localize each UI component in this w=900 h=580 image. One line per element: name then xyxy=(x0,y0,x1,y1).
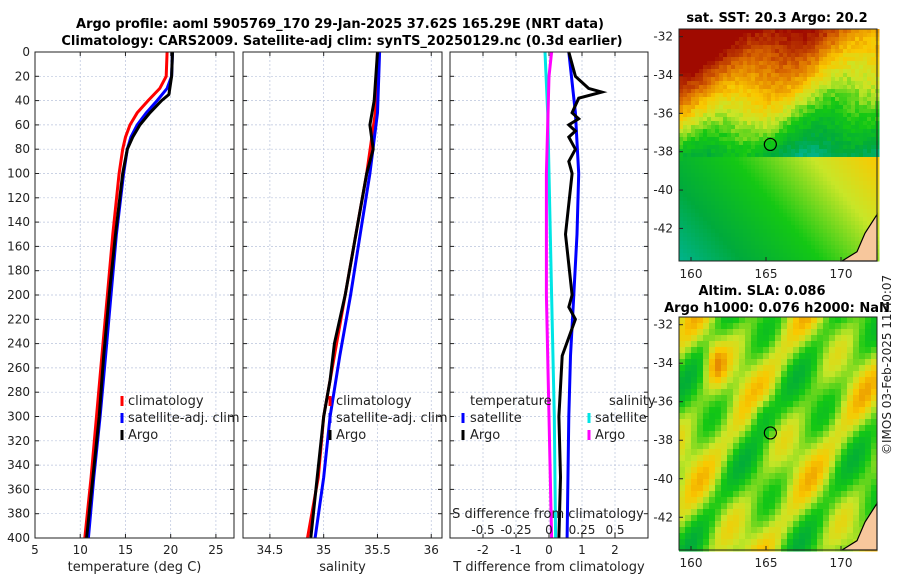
x-tick-label: 5 xyxy=(31,543,39,557)
legend-label: Argo xyxy=(128,428,158,443)
map-subtitle: Argo h1000: 0.076 h2000: NaN xyxy=(664,301,890,316)
map-title: sat. SST: 20.3 Argo: 20.2 xyxy=(686,11,867,26)
lat-tick-label: -36 xyxy=(653,106,673,120)
y-tick-label: 80 xyxy=(15,142,30,156)
x-tick-label: 1 xyxy=(578,543,586,557)
x2-axis-label: S difference from climatology xyxy=(452,507,644,522)
y-tick-label: 280 xyxy=(7,385,30,399)
lon-tick-label: 160 xyxy=(680,556,703,570)
legend-label-s: Argo xyxy=(595,428,625,443)
y-tick-label: 360 xyxy=(7,482,30,496)
x-tick-label: 15 xyxy=(118,543,133,557)
lat-tick-label: -42 xyxy=(653,221,673,235)
figure-title-line1: Argo profile: aoml 5905769_170 29-Jan-20… xyxy=(76,17,604,32)
x-tick-label: 35 xyxy=(316,543,331,557)
x-axis-label: salinity xyxy=(319,560,366,575)
lat-tick-label: -38 xyxy=(653,433,673,447)
map-title: Altim. SLA: 0.086 xyxy=(699,284,826,299)
x-tick-label: 20 xyxy=(163,543,178,557)
x-tick-label: 25 xyxy=(208,543,223,557)
x-tick-label: 0 xyxy=(545,543,553,557)
y-tick-label: 0 xyxy=(22,45,30,59)
y-tick-label: 120 xyxy=(7,191,30,205)
y-tick-label: 200 xyxy=(7,288,30,302)
lat-tick-label: -40 xyxy=(653,472,673,486)
y-tick-label: 100 xyxy=(7,167,30,181)
y-tick-label: 260 xyxy=(7,361,30,375)
y-tick-label: 320 xyxy=(7,434,30,448)
lat-tick-label: -42 xyxy=(653,510,673,524)
legend-label-s: satellite xyxy=(595,411,647,426)
x-tick-label: 34.5 xyxy=(257,543,284,557)
lon-tick-label: 165 xyxy=(755,556,778,570)
x-tick-label: 2 xyxy=(611,543,619,557)
legend-title-temperature: temperature xyxy=(470,394,552,409)
lat-tick-label: -32 xyxy=(653,318,673,332)
legend-label-t: satellite xyxy=(470,411,522,426)
x-axis-label: temperature (deg C) xyxy=(68,560,202,575)
credit-text: ©IMOS 03-Feb-2025 11:40:07 xyxy=(880,274,894,455)
y-tick-label: 60 xyxy=(15,118,30,132)
lat-tick-label: -32 xyxy=(653,30,673,44)
legend-label: satellite-adj. clim xyxy=(128,411,240,426)
lon-tick-label: 160 xyxy=(680,267,703,281)
y-tick-label: 40 xyxy=(15,94,30,108)
lat-tick-label: -40 xyxy=(653,183,673,197)
figure-title-line2: Climatology: CARS2009. Satellite-adj cli… xyxy=(61,34,622,49)
lon-tick-label: 165 xyxy=(755,267,778,281)
lat-tick-label: -34 xyxy=(653,356,673,370)
lat-tick-label: -38 xyxy=(653,145,673,159)
y-tick-label: 300 xyxy=(7,410,30,424)
lat-tick-label: -36 xyxy=(653,395,673,409)
series-line-climatology xyxy=(83,51,169,539)
y-tick-label: 240 xyxy=(7,337,30,351)
profile-panel-2: 34.5 35 35.5 36 salinity climatology satellite… xyxy=(242,51,448,575)
legend-label-t: Argo xyxy=(470,428,500,443)
x-tick-label: 10 xyxy=(73,543,88,557)
x-tick-label: 36 xyxy=(424,543,439,557)
figure: Argo profile: aoml 5905769_170 29-Jan-20… xyxy=(7,11,890,575)
legend-label: Argo xyxy=(336,428,366,443)
x2-tick-label: -0.5 xyxy=(471,523,494,537)
y-tick-label: 400 xyxy=(7,531,30,545)
legend-label: satellite-adj. clim xyxy=(336,411,448,426)
x-tick-label: -1 xyxy=(510,543,522,557)
x2-tick-label: -0.25 xyxy=(500,523,531,537)
sst-map: 160 165 170 -32 -34 -36 -38 -40 -42 sat. SST: 20.… xyxy=(653,11,880,281)
legend-label: climatology xyxy=(336,394,412,409)
legend-label: climatology xyxy=(128,394,204,409)
x-tick-label: -2 xyxy=(477,543,489,557)
sla-map: 160 165 170 -32 -34 -36 -38 -40 -42 Altim. SLA: 0… xyxy=(653,284,889,570)
legend-title-salinity: salinity xyxy=(609,394,656,409)
y-tick-label: 160 xyxy=(7,239,30,253)
x2-tick-label: 0.25 xyxy=(569,523,596,537)
x-tick-label: 35.5 xyxy=(364,543,391,557)
y-tick-label: 340 xyxy=(7,458,30,472)
x-axis-label: T difference from climatology xyxy=(452,560,645,575)
lon-tick-label: 170 xyxy=(830,556,853,570)
y-tick-label: 20 xyxy=(15,69,30,83)
profile-panel-1: 5 10 15 20 25 temperature (deg C) 0 20 40 60 80 100… xyxy=(7,45,240,575)
x2-tick-label: 0 xyxy=(545,523,553,537)
lon-tick-label: 170 xyxy=(830,267,853,281)
y-tick-label: 380 xyxy=(7,507,30,521)
y-tick-label: 140 xyxy=(7,215,30,229)
x2-tick-label: 0.5 xyxy=(605,523,624,537)
y-tick-label: 180 xyxy=(7,264,30,278)
profile-panel-3: -2 -1 0 1 2 T difference from climatology temp… xyxy=(449,51,656,575)
lat-tick-label: -34 xyxy=(653,68,673,82)
y-tick-label: 220 xyxy=(7,312,30,326)
